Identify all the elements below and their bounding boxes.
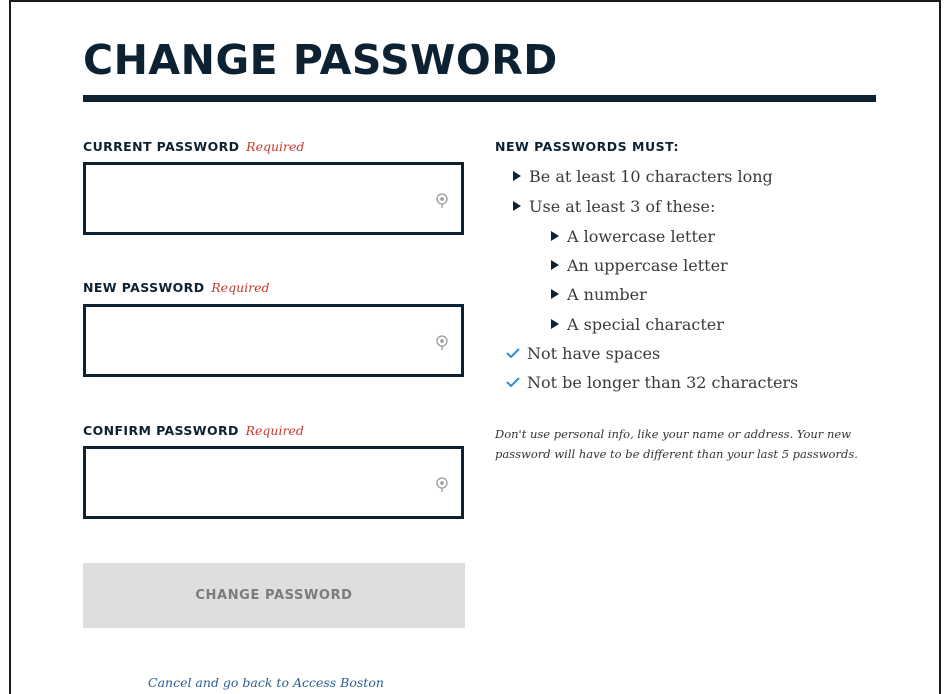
page-title: CHANGE PASSWORD (83, 36, 558, 84)
required-indicator: Required (246, 139, 305, 154)
change-password-button[interactable]: CHANGE PASSWORD (83, 563, 465, 628)
triangle-bullet-icon (551, 260, 559, 270)
current-password-label: CURRENT PASSWORD Required (83, 139, 304, 154)
requirement-text: Not have spaces (527, 344, 661, 363)
requirement-item: Be at least 10 characters long (513, 167, 773, 186)
confirm-password-label: CONFIRM PASSWORD Required (83, 423, 304, 438)
current-password-field[interactable] (83, 162, 464, 235)
requirement-subitem: An uppercase letter (551, 256, 728, 275)
requirement-text: Not be longer than 32 characters (527, 373, 799, 392)
new-password-label-text: NEW PASSWORD (83, 280, 205, 295)
requirement-subitem: A number (551, 285, 647, 304)
requirements-heading: NEW PASSWORDS MUST: (495, 139, 679, 154)
cancel-link[interactable]: Cancel and go back to Access Boston (148, 675, 384, 690)
requirement-item-met: Not have spaces (505, 344, 660, 363)
new-password-field[interactable] (83, 304, 464, 377)
new-password-label: NEW PASSWORD Required (83, 280, 270, 295)
check-icon (506, 377, 520, 388)
requirement-text: Use at least 3 of these: (529, 197, 716, 216)
current-password-input[interactable] (86, 165, 440, 232)
triangle-bullet-icon (551, 231, 559, 241)
required-indicator: Required (211, 280, 270, 295)
requirement-text: A number (567, 285, 647, 304)
title-divider (83, 95, 876, 102)
triangle-bullet-icon (513, 171, 521, 181)
password-manager-icon[interactable] (435, 477, 449, 493)
password-note: Don't use personal info, like your name … (495, 427, 858, 461)
confirm-password-label-text: CONFIRM PASSWORD (83, 423, 239, 438)
password-manager-icon[interactable] (435, 193, 449, 209)
new-password-input[interactable] (86, 307, 440, 374)
requirement-text: An uppercase letter (567, 256, 728, 275)
requirement-text: Be at least 10 characters long (529, 167, 773, 186)
password-manager-icon[interactable] (435, 335, 449, 351)
requirement-item-met: Not be longer than 32 characters (505, 373, 798, 392)
check-icon (506, 348, 520, 359)
triangle-bullet-icon (513, 201, 521, 211)
triangle-bullet-icon (551, 289, 559, 299)
requirement-subitem: A special character (551, 315, 724, 334)
confirm-password-input[interactable] (86, 449, 440, 516)
requirement-subitem: A lowercase letter (551, 227, 715, 246)
current-password-label-text: CURRENT PASSWORD (83, 139, 240, 154)
triangle-bullet-icon (551, 319, 559, 329)
required-indicator: Required (245, 423, 304, 438)
requirement-text: A special character (567, 315, 724, 334)
requirement-text: A lowercase letter (567, 227, 716, 246)
requirement-item: Use at least 3 of these: (513, 197, 715, 216)
confirm-password-field[interactable] (83, 446, 464, 519)
